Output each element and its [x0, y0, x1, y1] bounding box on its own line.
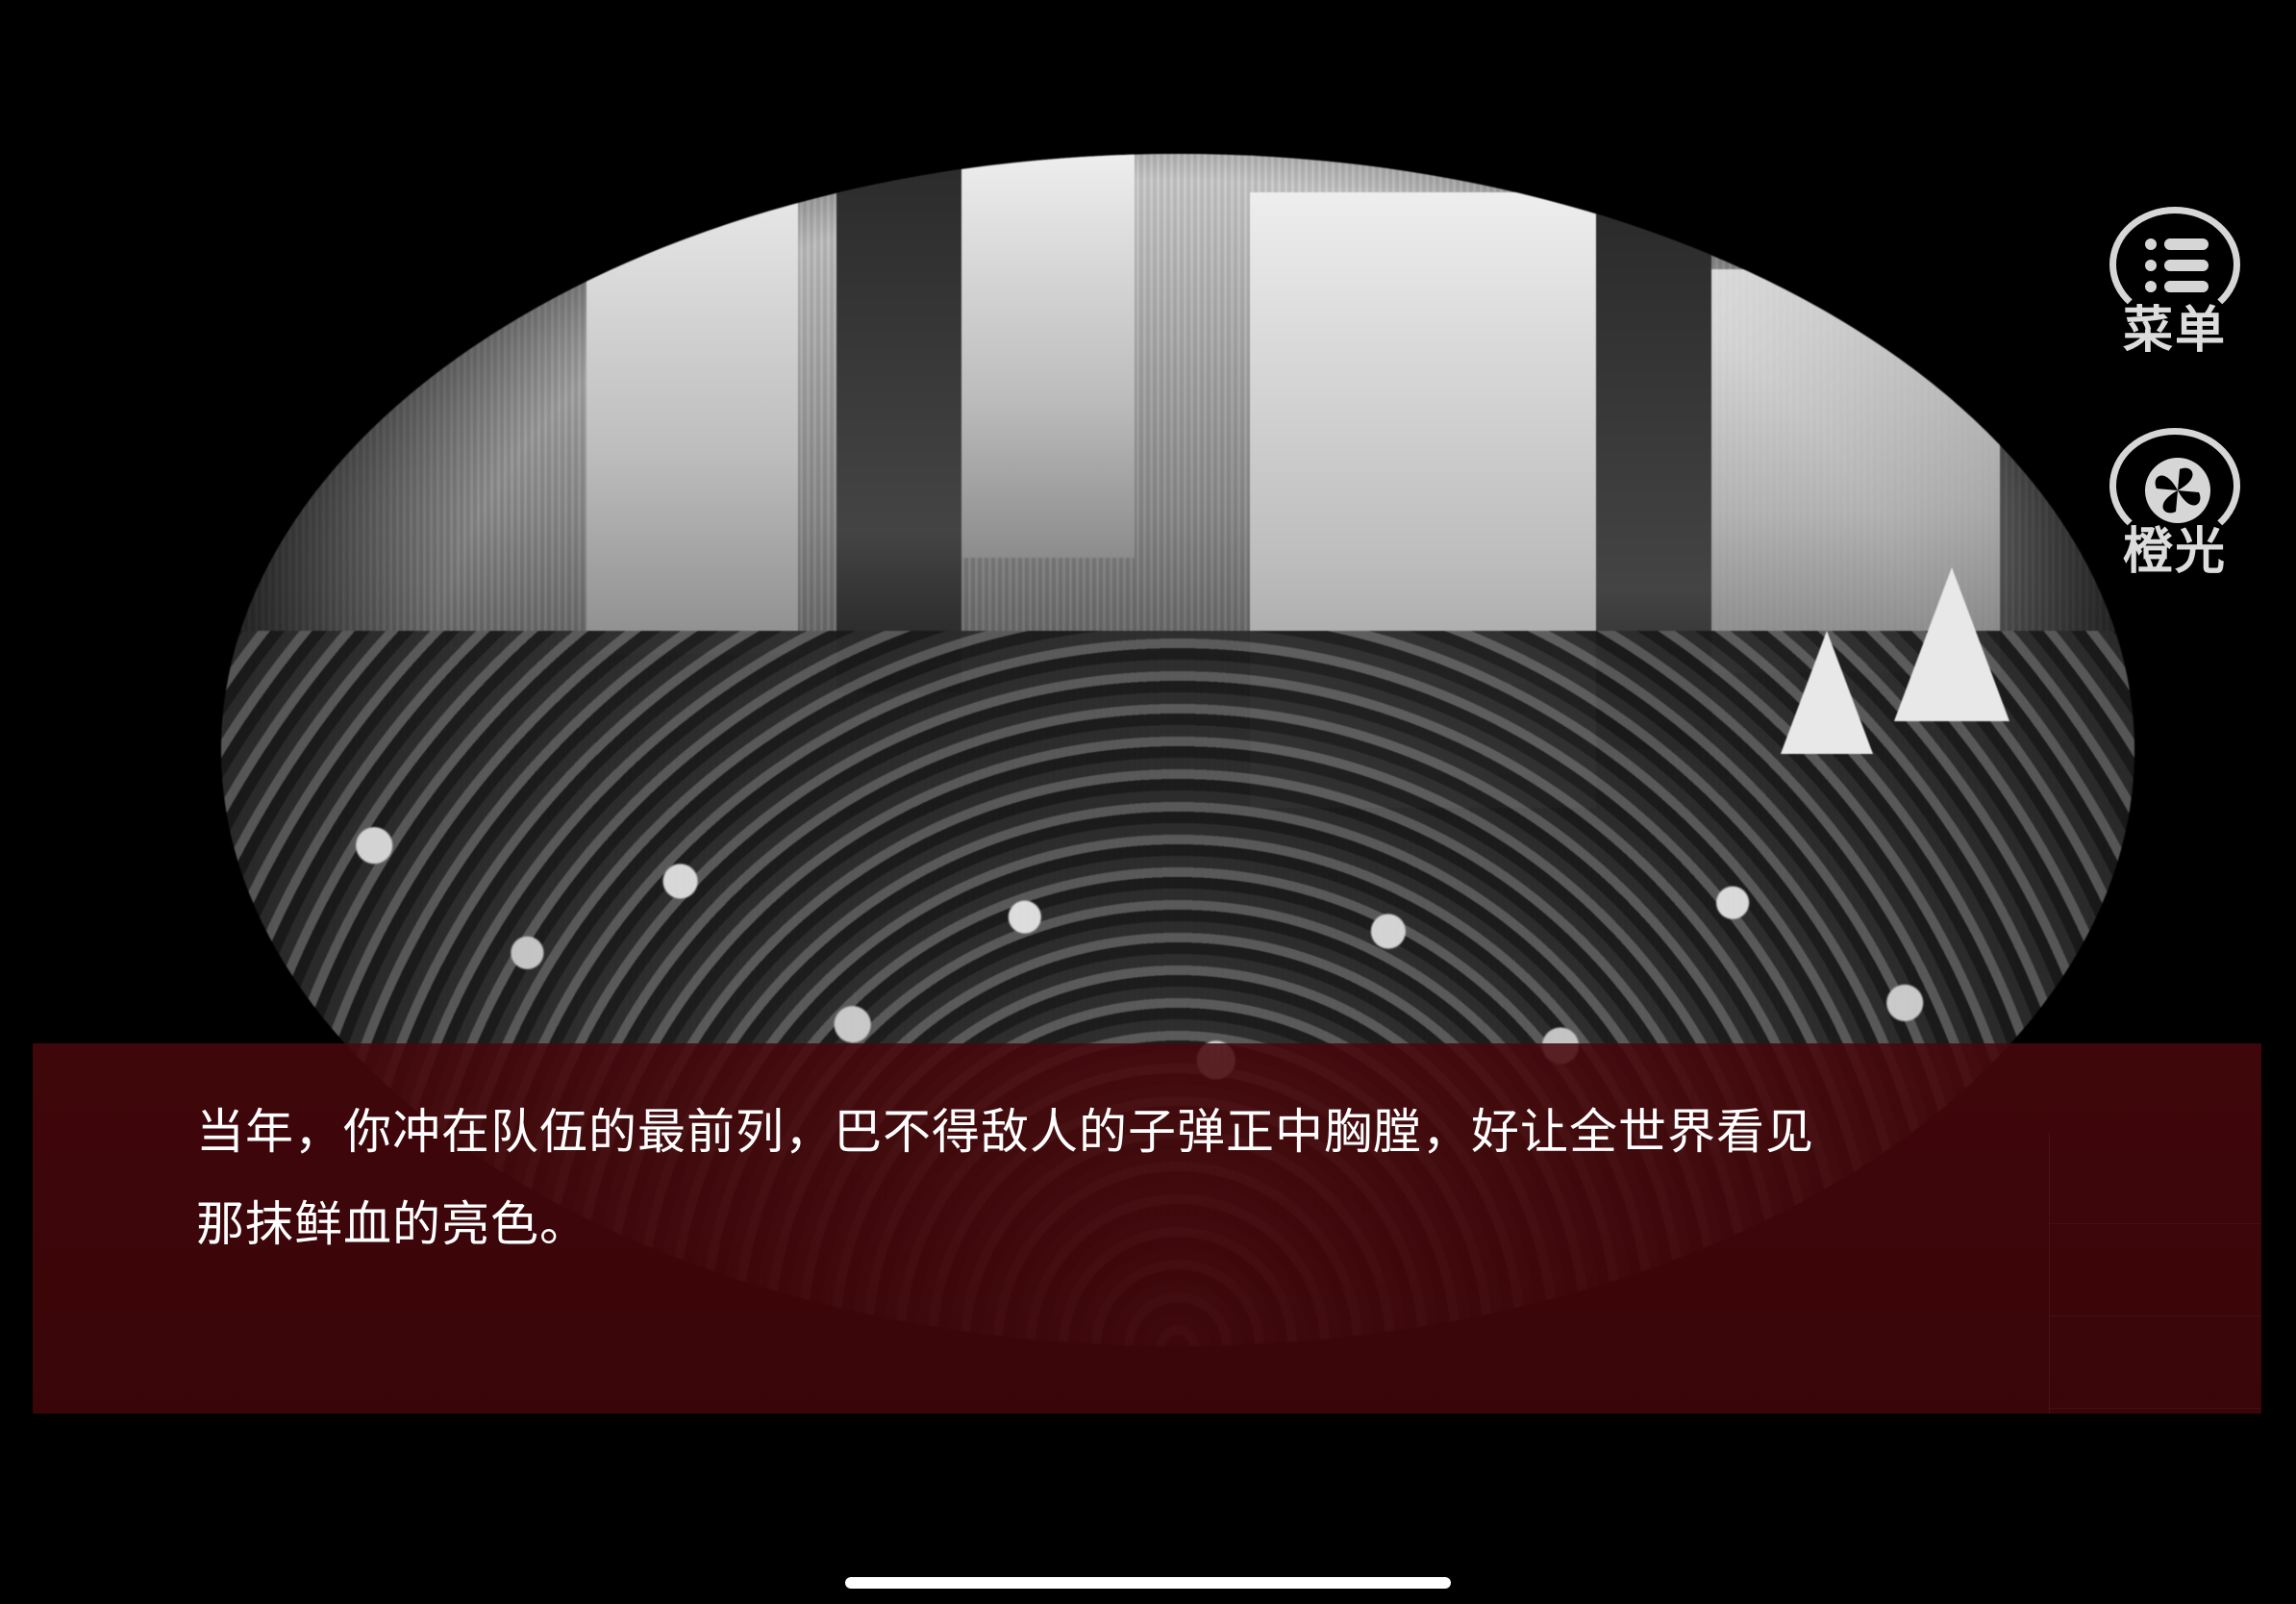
dialogue-line-1: 当年，你冲在队伍的最前列，巴不得敌人的子弹正中胸膛，好让全世界看见: [196, 1104, 1814, 1160]
menu-button-ring: [2109, 207, 2240, 322]
home-indicator[interactable]: [845, 1577, 1451, 1589]
clover-icon: [2145, 458, 2210, 523]
dialogue-box-edge-pattern: [2049, 1132, 2261, 1414]
orange-light-button[interactable]: 橙光: [2103, 428, 2247, 583]
menu-button[interactable]: 菜单: [2103, 207, 2247, 362]
game-stage[interactable]: 菜单 橙光 当年，你冲在队伍的最前列，巴不得敌人的子弹正中胸膛，好让全世界看见 …: [0, 0, 2296, 1604]
orange-light-button-ring: [2109, 428, 2240, 543]
list-icon: [2145, 238, 2209, 296]
dialogue-line-2: 那抹鲜血的亮色。: [196, 1196, 588, 1252]
dialogue-text: 当年，你冲在队伍的最前列，巴不得敌人的子弹正中胸膛，好让全世界看见 那抹鲜血的亮…: [196, 1086, 2081, 1270]
dialogue-box[interactable]: 当年，你冲在队伍的最前列，巴不得敌人的子弹正中胸膛，好让全世界看见 那抹鲜血的亮…: [33, 1043, 2261, 1414]
